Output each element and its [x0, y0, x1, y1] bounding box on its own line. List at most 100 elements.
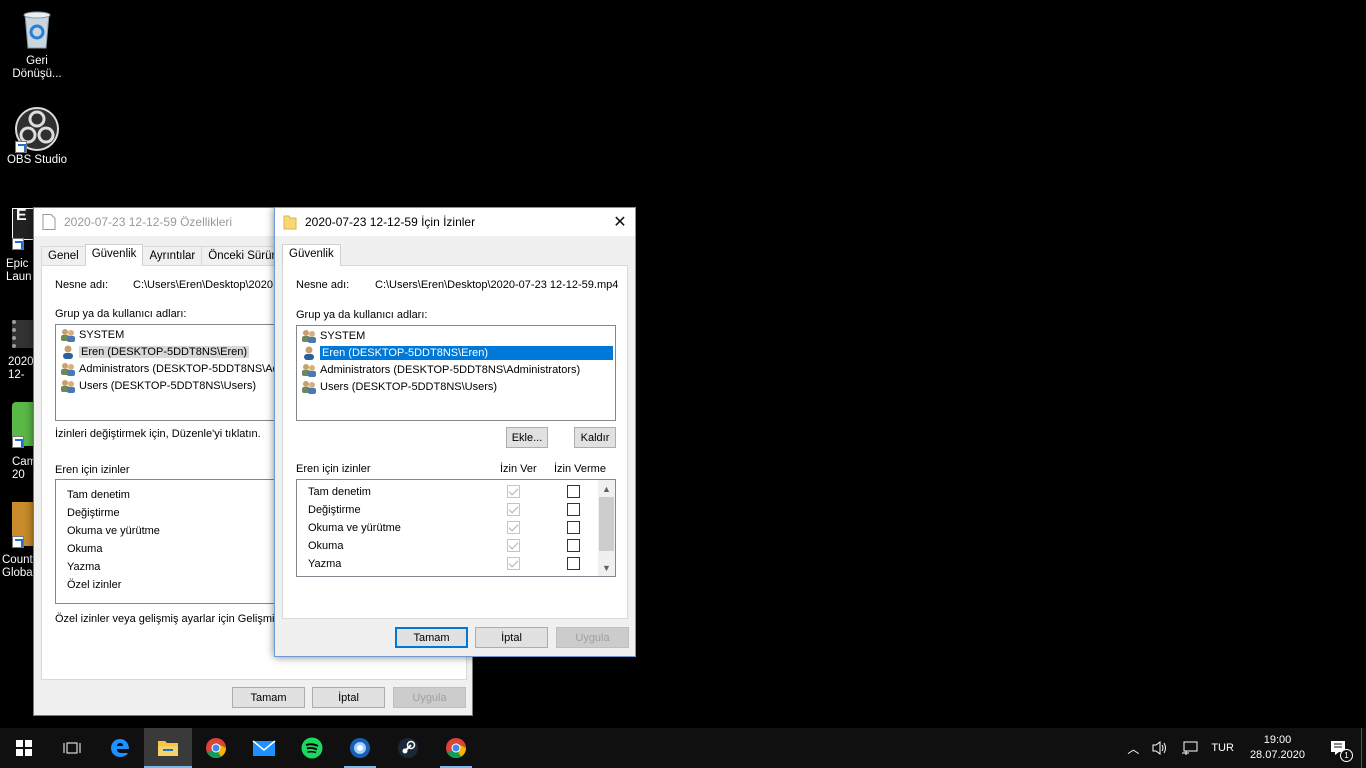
epic-games-icon: E [12, 208, 34, 240]
start-icon [16, 740, 32, 756]
desktop-icon-video-file[interactable]: 2020 12- [0, 320, 34, 388]
remove-button[interactable]: Kaldır [574, 427, 616, 448]
deny-checkbox[interactable] [567, 485, 580, 498]
permission-name: Değiştirme [67, 507, 120, 519]
shortcut-arrow-icon [12, 238, 24, 250]
desktop-icon-obs-studio[interactable]: OBS Studio [0, 107, 74, 167]
desktop-icon-label: Geri Dönüşü... [12, 55, 62, 80]
taskbar: ︿ TUR 19:00 28.07.2020 1 [0, 728, 1366, 768]
permission-name: Okuma ve yürütme [67, 525, 160, 537]
group-label: Grup ya da kullanıcı adları: [55, 308, 187, 320]
desktop-icon-label: 2020 12- [8, 356, 34, 381]
permissions-panel: Nesne adı: C:\Users\Eren\Desktop\2020-07… [282, 265, 628, 619]
taskbar-file-explorer[interactable] [144, 728, 192, 768]
deny-checkbox[interactable] [567, 557, 580, 570]
allow-checkbox[interactable] [507, 521, 520, 534]
desktop-icon-recycle-bin[interactable]: Geri Dönüşü... [0, 8, 74, 81]
group-label: Grup ya da kullanıcı adları: [296, 309, 428, 321]
volume-icon [1152, 741, 1167, 755]
steam-icon [398, 738, 418, 758]
taskbar-steam[interactable] [384, 728, 432, 768]
list-item-selected[interactable]: Eren (DESKTOP-5DDT8NS\Eren) [297, 344, 615, 361]
deny-checkbox[interactable] [567, 503, 580, 516]
desktop-icon-counter-strike[interactable]: Count Globa [0, 502, 34, 584]
apply-button[interactable]: Uygula [556, 627, 629, 648]
cancel-button[interactable]: İptal [475, 627, 548, 648]
permissions-scrollbar[interactable]: ▲ ▼ [598, 480, 615, 576]
chevron-up-icon: ︿ [1127, 741, 1140, 756]
taskbar-spotify[interactable] [288, 728, 336, 768]
desktop-icon-label: OBS Studio [6, 154, 68, 166]
allow-checkbox[interactable] [507, 485, 520, 498]
mail-icon [252, 740, 276, 756]
ok-button[interactable]: Tamam [395, 627, 468, 648]
task-view-button[interactable] [48, 728, 96, 768]
tab-guvenlik[interactable]: Güvenlik [282, 244, 341, 266]
desktop-icon-epic-games[interactable]: E Epic Laun [0, 208, 34, 288]
document-icon [42, 214, 56, 230]
advanced-hint: Özel izinler veya gelişmiş ayarlar için … [55, 613, 294, 625]
permission-name: Tam denetim [67, 489, 130, 501]
tab-ayrintilar[interactable]: Ayrıntılar [142, 246, 203, 266]
taskbar-chrome[interactable] [192, 728, 240, 768]
network-button[interactable] [1175, 728, 1205, 768]
user-group-icon [301, 329, 317, 343]
permission-row: Değiştirme [297, 501, 615, 519]
allow-header: İzin Ver [500, 463, 537, 475]
notification-badge: 1 [1340, 749, 1353, 762]
show-hidden-icons-button[interactable]: ︿ [1121, 728, 1145, 768]
desktop-icon-camtasia[interactable]: Cam 20 [0, 402, 34, 486]
permission-name: Yazma [67, 561, 101, 573]
cancel-button[interactable]: İptal [312, 687, 385, 708]
permission-row: Yazma [297, 555, 615, 573]
list-item[interactable]: Administrators (DESKTOP-5DDT8NS\Administ… [297, 361, 615, 378]
properties-tabs: Genel Güvenlik Ayrıntılar Önceki Sürümle… [41, 244, 301, 266]
user-group-icon [60, 362, 76, 376]
show-desktop-button[interactable] [1361, 728, 1366, 768]
language-indicator[interactable]: TUR [1205, 728, 1240, 768]
clock[interactable]: 19:00 28.07.2020 [1240, 733, 1315, 763]
user-group-icon [301, 363, 317, 377]
scroll-thumb[interactable] [599, 497, 614, 551]
deny-checkbox[interactable] [567, 521, 580, 534]
deny-checkbox[interactable] [567, 539, 580, 552]
allow-checkbox[interactable] [507, 557, 520, 570]
tab-guvenlik[interactable]: Güvenlik [84, 244, 144, 266]
allow-checkbox[interactable] [507, 539, 520, 552]
user-icon [301, 346, 317, 360]
taskbar-mail[interactable] [240, 728, 288, 768]
allow-checkbox[interactable] [507, 503, 520, 516]
ok-button[interactable]: Tamam [232, 687, 305, 708]
close-button[interactable]: ✕ [605, 208, 635, 236]
edge-icon [111, 739, 129, 757]
tab-genel[interactable]: Genel [41, 246, 86, 266]
list-item[interactable]: SYSTEM [297, 327, 615, 344]
user-list: SYSTEM Eren (DESKTOP-5DDT8NS\Eren) Admin… [296, 325, 616, 421]
folder-icon [283, 215, 297, 230]
spotify-icon [301, 737, 323, 759]
user-group-icon [60, 379, 76, 393]
permissions-table: Tam denetim Değiştirme Okuma ve yürütme … [296, 479, 616, 577]
list-item[interactable]: Users (DESKTOP-5DDT8NS\Users) [297, 378, 615, 395]
edit-hint: İzinleri değiştirmek için, Düzenle'yi tı… [55, 428, 261, 440]
apply-button[interactable]: Uygula [393, 687, 466, 708]
start-button[interactable] [0, 728, 48, 768]
add-button[interactable]: Ekle... [506, 427, 548, 448]
taskbar-app[interactable] [336, 728, 384, 768]
permissions-titlebar[interactable]: 2020-07-23 12-12-59 İçin İzinler ✕ [275, 208, 635, 236]
taskbar-edge[interactable] [96, 728, 144, 768]
chrome-icon [446, 738, 467, 759]
scroll-down-icon[interactable]: ▼ [598, 559, 615, 576]
shortcut-arrow-icon [15, 141, 27, 153]
desktop-icon-label: Count Globa [2, 554, 33, 579]
permission-name: Özel izinler [67, 579, 122, 591]
scroll-up-icon[interactable]: ▲ [598, 480, 615, 497]
volume-button[interactable] [1145, 728, 1175, 768]
permissions-tabs: Güvenlik [282, 244, 341, 266]
user-group-icon [301, 380, 317, 394]
action-center-button[interactable]: 1 [1315, 728, 1361, 768]
permission-row: Okuma ve yürütme [297, 519, 615, 537]
taskbar-chrome-2[interactable] [432, 728, 480, 768]
object-name-value: C:\Users\Eren\Desktop\2020 [133, 279, 274, 291]
permission-row: Okuma [297, 537, 615, 555]
